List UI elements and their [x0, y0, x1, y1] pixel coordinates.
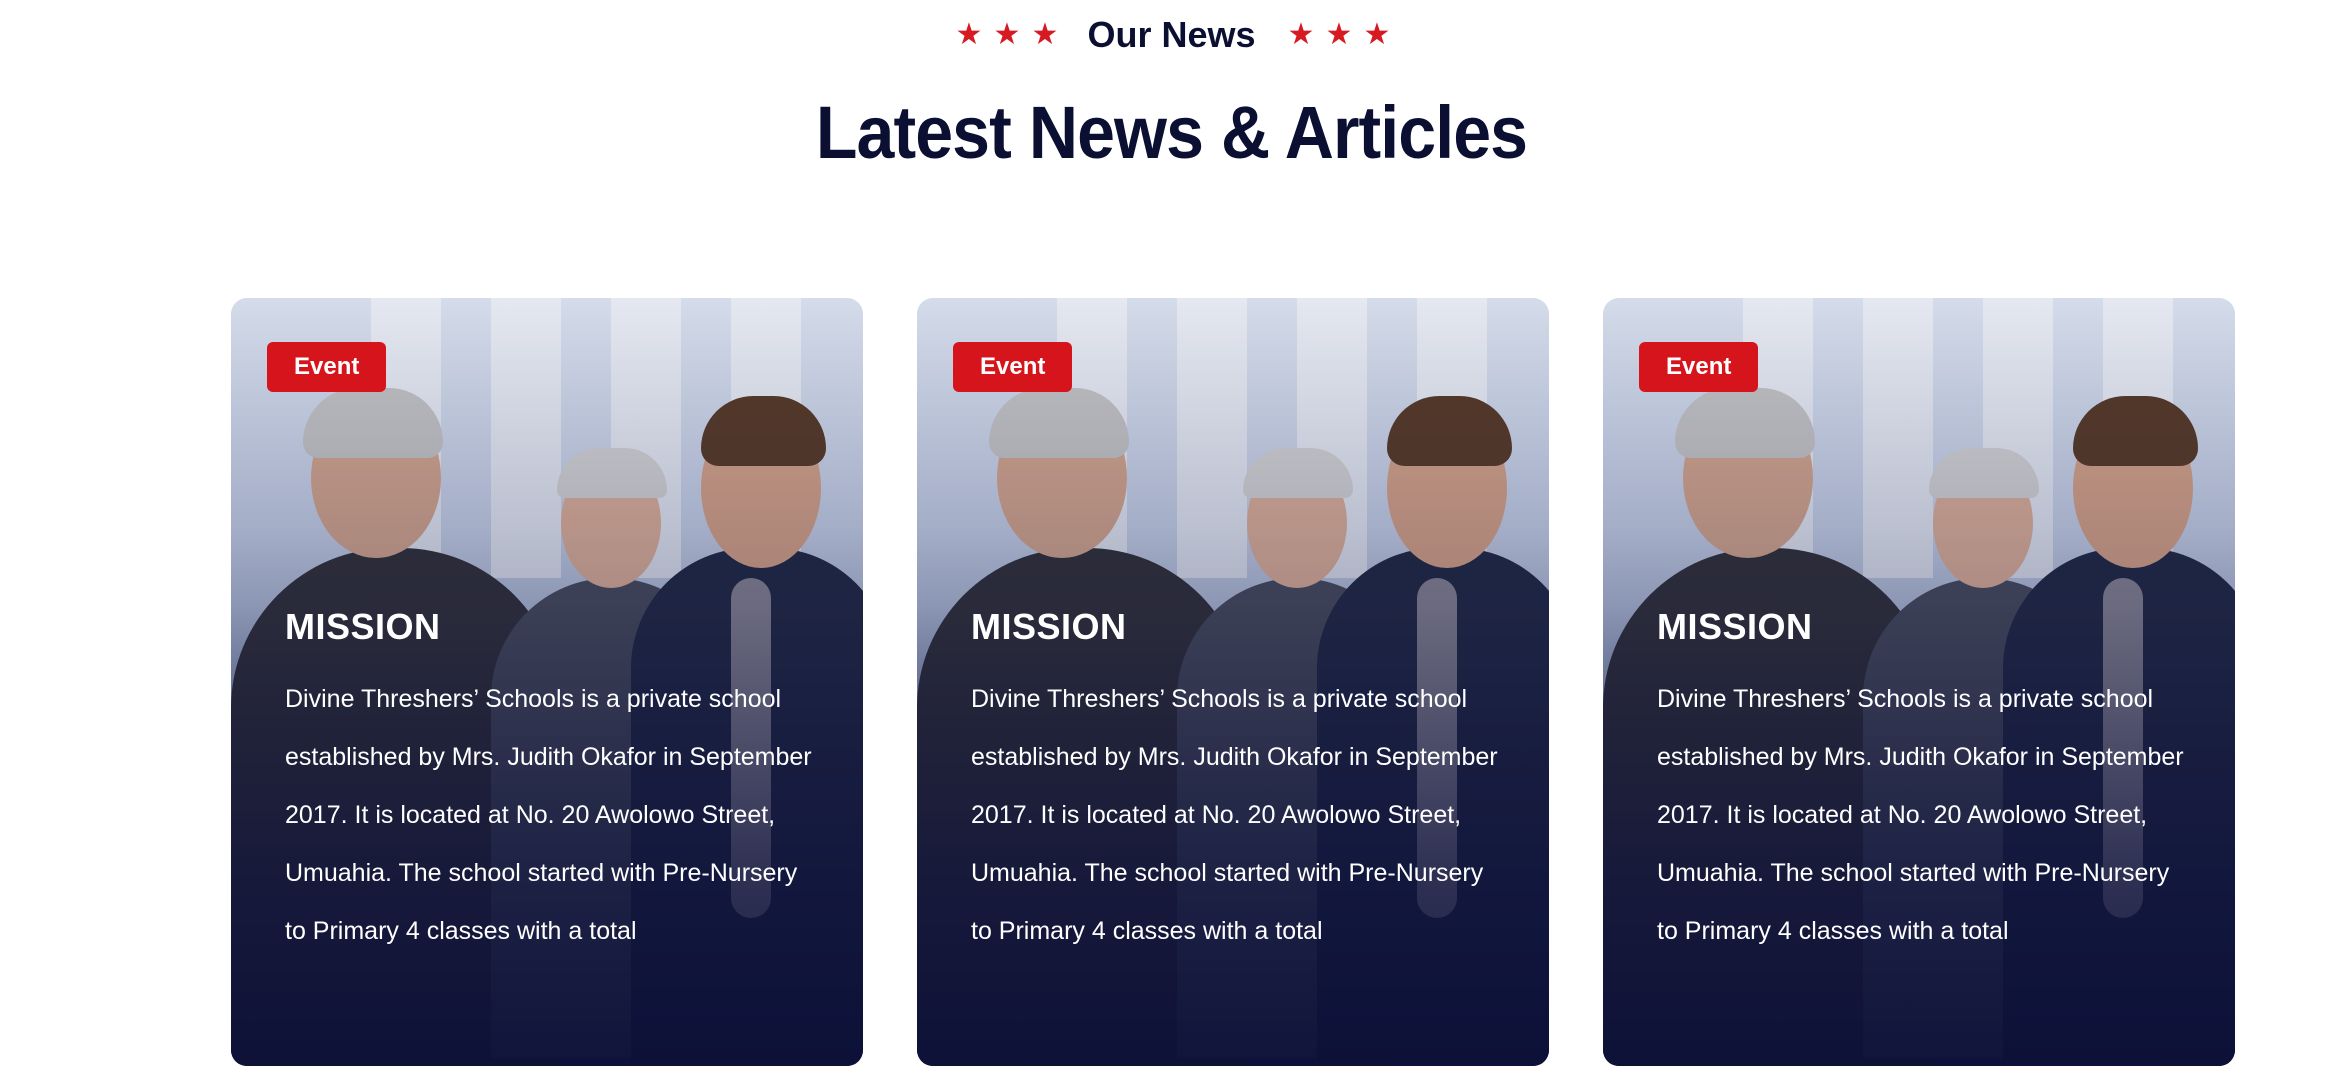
- star-icon: ★: [1031, 18, 1059, 51]
- news-card-title[interactable]: MISSION: [1657, 606, 2197, 648]
- section-heading: Latest News & Articles: [815, 91, 1528, 174]
- category-badge[interactable]: Event: [1639, 342, 1759, 392]
- left-stars: ★ ★ ★: [955, 18, 1059, 51]
- news-card[interactable]: Event MISSION Divine Threshers’ Schools …: [1603, 298, 2235, 1066]
- star-icon: ★: [955, 18, 983, 51]
- news-card[interactable]: Event MISSION Divine Threshers’ Schools …: [231, 298, 863, 1066]
- news-card[interactable]: Event MISSION Divine Threshers’ Schools …: [917, 298, 1549, 1066]
- category-badge[interactable]: Event: [953, 342, 1073, 392]
- category-badge[interactable]: Event: [267, 342, 387, 392]
- news-card-title[interactable]: MISSION: [285, 606, 825, 648]
- section-eyebrow: ★ ★ ★ Our News ★ ★ ★: [0, 14, 2343, 56]
- eyebrow-label: Our News: [1087, 14, 1256, 55]
- news-card-content: MISSION Divine Threshers’ Schools is a p…: [971, 606, 1511, 960]
- star-icon: ★: [993, 18, 1021, 51]
- news-card-list: Event MISSION Divine Threshers’ Schools …: [231, 298, 2235, 1066]
- news-card-content: MISSION Divine Threshers’ Schools is a p…: [1657, 606, 2197, 960]
- news-card-content: MISSION Divine Threshers’ Schools is a p…: [285, 606, 825, 960]
- star-icon: ★: [1287, 18, 1315, 51]
- news-card-excerpt: Divine Threshers’ Schools is a private s…: [285, 685, 812, 945]
- news-section: ★ ★ ★ Our News ★ ★ ★ Latest News & Artic…: [0, 0, 2343, 1085]
- news-card-excerpt: Divine Threshers’ Schools is a private s…: [971, 685, 1498, 945]
- news-card-excerpt: Divine Threshers’ Schools is a private s…: [1657, 685, 2184, 945]
- star-icon: ★: [1325, 18, 1353, 51]
- right-stars: ★ ★ ★: [1287, 18, 1391, 51]
- news-card-title[interactable]: MISSION: [971, 606, 1511, 648]
- star-icon: ★: [1363, 18, 1391, 51]
